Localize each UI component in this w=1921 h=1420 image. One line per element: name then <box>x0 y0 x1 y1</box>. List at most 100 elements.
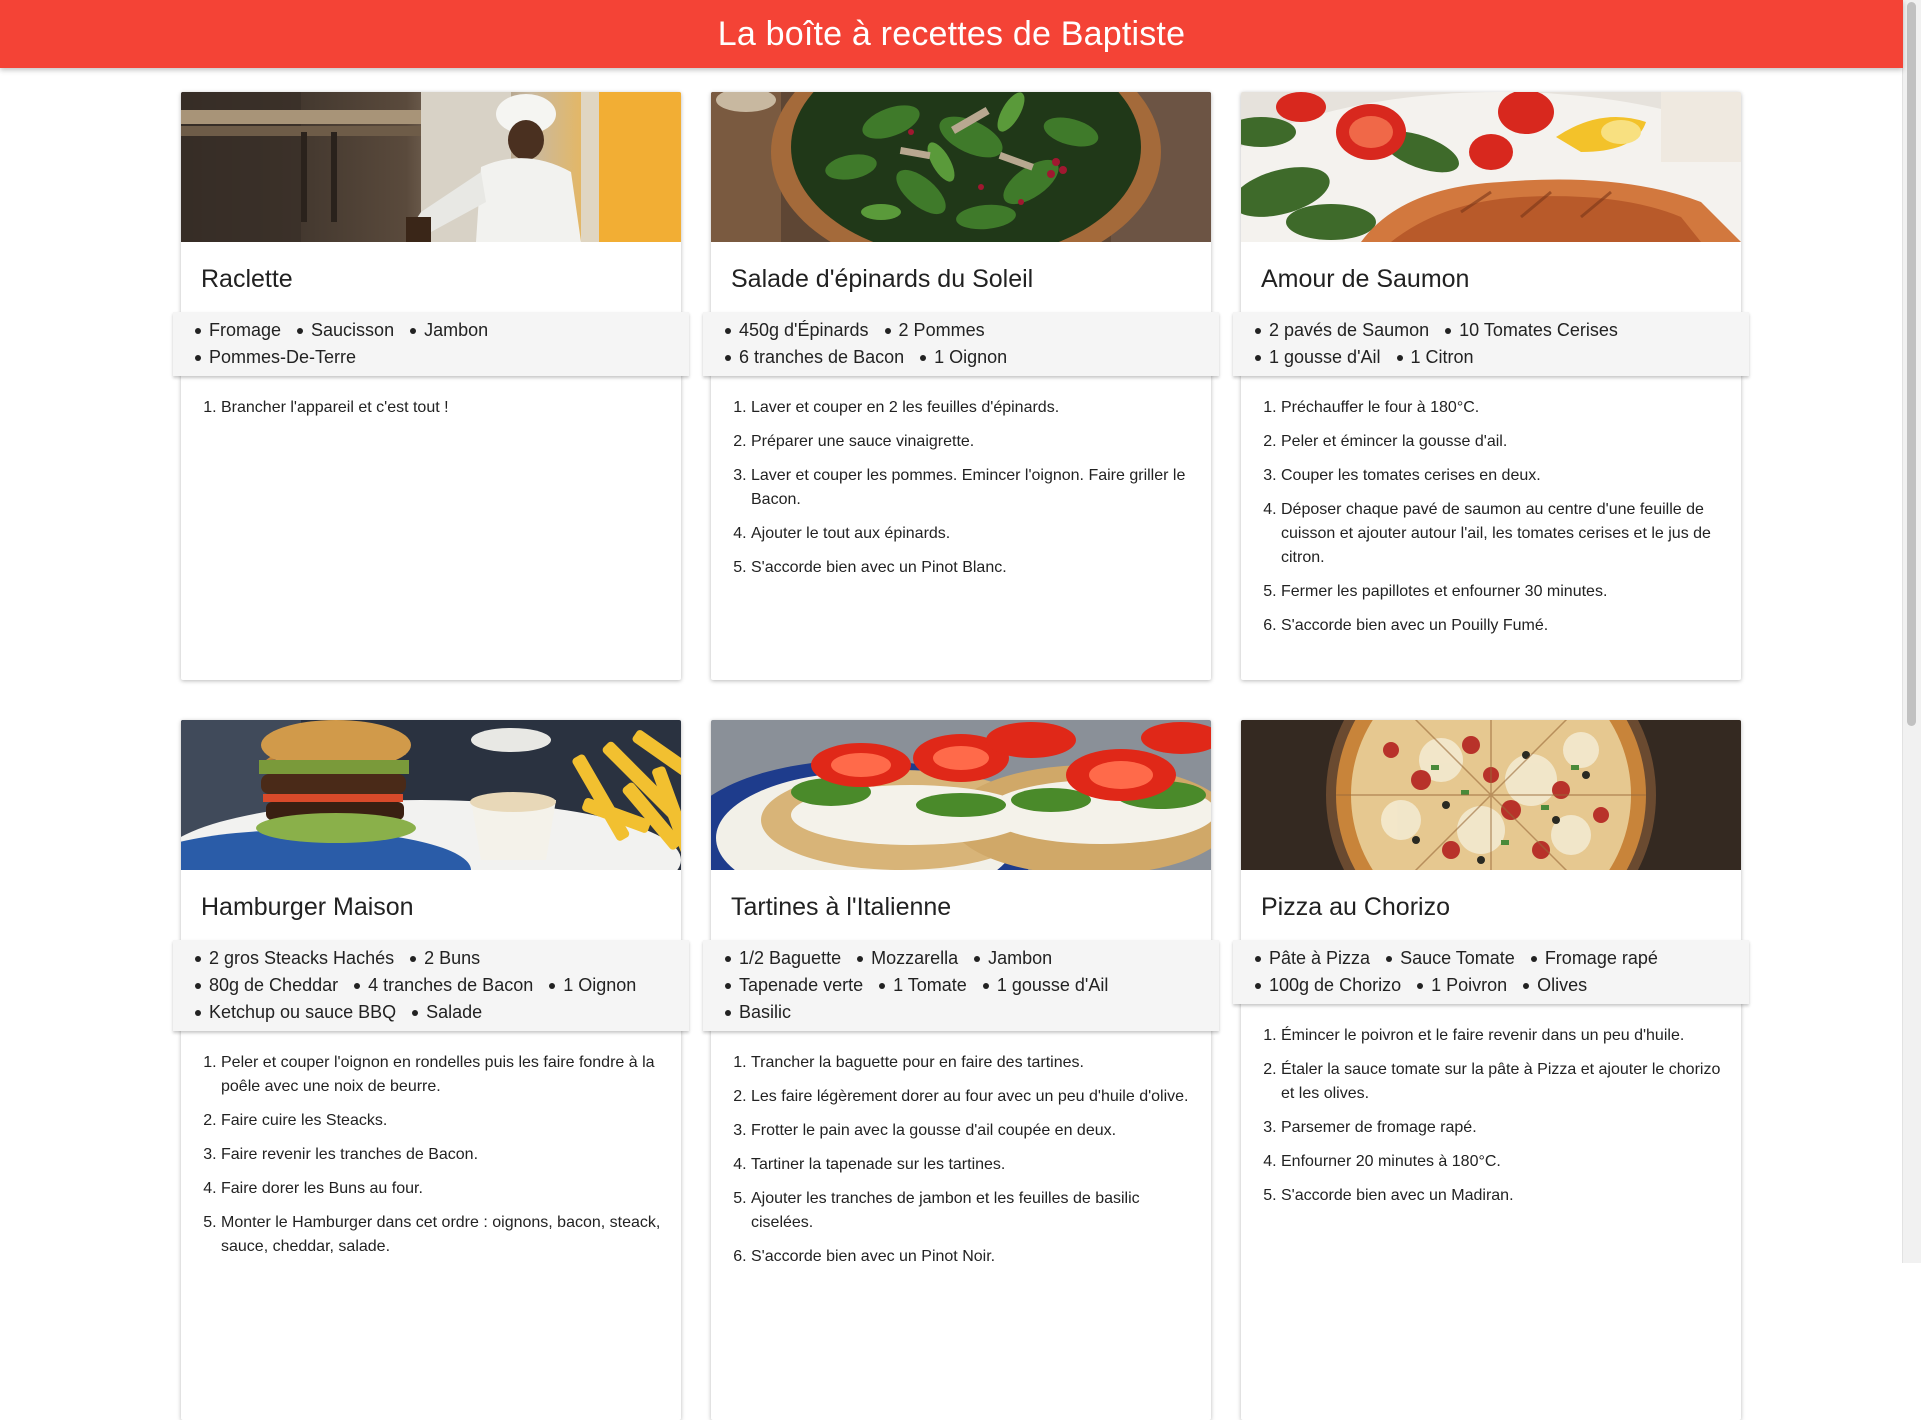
ingredient-item: Olives <box>1523 972 1587 999</box>
step-item: Brancher l'appareil et c'est tout ! <box>221 396 661 420</box>
step-item: Enfourner 20 minutes à 180°C. <box>1281 1150 1721 1174</box>
salmon-plate-photo <box>1241 92 1741 242</box>
ingredient-item: Tapenade verte <box>724 972 863 999</box>
ingredient-item: Salade <box>412 999 482 1026</box>
recipe-card-hamburger: Hamburger Maison 2 gros Steacks Hachés 2… <box>173 720 689 1420</box>
ingredient-item: Jambon <box>410 317 488 344</box>
ingredient-item: 1 Citron <box>1396 344 1474 371</box>
chef-cooking-photo <box>181 92 681 242</box>
ingredient-list: Pâte à Pizza Sauce Tomate Fromage rapé 1… <box>1233 940 1749 1004</box>
step-list: Peler et couper l'oignon en rondelles pu… <box>181 1031 681 1259</box>
ingredient-item: Ketchup ou sauce BBQ <box>194 999 396 1026</box>
ingredient-list: 2 gros Steacks Hachés 2 Buns 80g de Ched… <box>173 940 689 1031</box>
ingredient-item: Pâte à Pizza <box>1254 945 1370 972</box>
ingredient-item: Fromage rapé <box>1530 945 1658 972</box>
recipe-image <box>711 92 1211 242</box>
ingredient-item: 450g d'Épinards <box>725 317 869 344</box>
recipe-card-saumon: Amour de Saumon 2 pavés de Saumon 10 Tom… <box>1233 92 1749 680</box>
ingredient-item: 2 gros Steacks Hachés <box>194 945 394 972</box>
step-item: Laver et couper les pommes. Emincer l'oi… <box>751 464 1191 512</box>
recipe-card-raclette: Raclette Fromage Saucisson Jambon Pommes… <box>173 92 689 680</box>
ingredient-item: 1 Poivron <box>1417 972 1507 999</box>
ingredient-item: 2 pavés de Saumon <box>1254 317 1429 344</box>
recipe-image <box>1241 720 1741 870</box>
ingredient-list: 450g d'Épinards 2 Pommes 6 tranches de B… <box>703 312 1219 376</box>
recipe-title: Tartines à l'Italienne <box>731 893 952 921</box>
recipe-title: Amour de Saumon <box>1261 265 1470 293</box>
ingredient-item: Sauce Tomate <box>1386 945 1515 972</box>
recipe-image <box>1241 92 1741 242</box>
step-item: Ajouter les tranches de jambon et les fe… <box>751 1187 1191 1235</box>
recipe-grid: Raclette Fromage Saucisson Jambon Pommes… <box>173 92 1749 1420</box>
step-item: S'accorde bien avec un Pinot Noir. <box>751 1245 1191 1269</box>
ingredient-item: Fromage <box>194 317 281 344</box>
step-item: S'accorde bien avec un Pinot Blanc. <box>751 556 1191 580</box>
ingredient-item: 1 Oignon <box>920 344 1007 371</box>
scrollbar-thumb[interactable] <box>1907 2 1916 726</box>
step-item: Ajouter le tout aux épinards. <box>751 522 1191 546</box>
step-item: Parsemer de fromage rapé. <box>1281 1116 1721 1140</box>
step-item: Couper les tomates cerises en deux. <box>1281 464 1721 488</box>
ingredient-item: 1 Oignon <box>549 972 636 999</box>
ingredient-list: 2 pavés de Saumon 10 Tomates Cerises 1 g… <box>1233 312 1749 376</box>
ingredient-item: 100g de Chorizo <box>1254 972 1401 999</box>
ingredient-item: 10 Tomates Cerises <box>1445 317 1618 344</box>
ingredient-item: 4 tranches de Bacon <box>354 972 533 999</box>
step-item: Peler et émincer la gousse d'ail. <box>1281 430 1721 454</box>
recipe-title: Raclette <box>201 265 293 293</box>
tomato-tartines-photo <box>711 720 1211 870</box>
recipe-image <box>711 720 1211 870</box>
ingredient-list: 1/2 Baguette Mozzarella Jambon Tapenade … <box>703 940 1219 1031</box>
step-item: Préchauffer le four à 180°C. <box>1281 396 1721 420</box>
recipe-title: Pizza au Chorizo <box>1261 893 1450 921</box>
recipe-card-pizza: Pizza au Chorizo Pâte à Pizza Sauce Toma… <box>1233 720 1749 1420</box>
step-list: Préchauffer le four à 180°C. Peler et ém… <box>1241 376 1741 638</box>
step-item: Les faire légèrement dorer au four avec … <box>751 1085 1191 1109</box>
ingredient-item: 80g de Cheddar <box>194 972 338 999</box>
ingredient-item: Jambon <box>974 945 1052 972</box>
recipe-image <box>181 92 681 242</box>
app-header: La boîte à recettes de Baptiste <box>0 0 1903 68</box>
step-item: Faire dorer les Buns au four. <box>221 1177 661 1201</box>
step-item: Frotter le pain avec la gousse d'ail cou… <box>751 1119 1191 1143</box>
step-item: Déposer chaque pavé de saumon au centre … <box>1281 498 1721 570</box>
spinach-salad-photo <box>711 92 1211 242</box>
step-list: Émincer le poivron et le faire revenir d… <box>1241 1004 1741 1208</box>
step-item: Trancher la baguette pour en faire des t… <box>751 1051 1191 1075</box>
step-item: Peler et couper l'oignon en rondelles pu… <box>221 1051 661 1099</box>
ingredient-item: Saucisson <box>297 317 394 344</box>
ingredient-item: Mozzarella <box>857 945 958 972</box>
ingredient-item: 1 gousse d'Ail <box>982 972 1108 999</box>
recipe-title: Hamburger Maison <box>201 893 414 921</box>
step-item: Préparer une sauce vinaigrette. <box>751 430 1191 454</box>
ingredient-item: Pommes-De-Terre <box>194 344 356 371</box>
recipe-title: Salade d'épinards du Soleil <box>731 265 1034 293</box>
step-item: Fermer les papillotes et enfourner 30 mi… <box>1281 580 1721 604</box>
recipe-image <box>181 720 681 870</box>
step-item: S'accorde bien avec un Pouilly Fumé. <box>1281 614 1721 638</box>
recipe-card-tartines: Tartines à l'Italienne 1/2 Baguette Mozz… <box>703 720 1219 1420</box>
step-item: Faire cuire les Steacks. <box>221 1109 661 1133</box>
step-list: Laver et couper en 2 les feuilles d'épin… <box>711 376 1211 580</box>
step-item: Étaler la sauce tomate sur la pâte à Piz… <box>1281 1058 1721 1106</box>
step-item: Faire revenir les tranches de Bacon. <box>221 1143 661 1167</box>
ingredient-item: 1/2 Baguette <box>724 945 841 972</box>
burger-fries-photo <box>181 720 681 870</box>
step-item: Émincer le poivron et le faire revenir d… <box>1281 1024 1721 1048</box>
ingredient-item: Basilic <box>724 999 791 1026</box>
step-list: Brancher l'appareil et c'est tout ! <box>181 376 681 420</box>
step-item: Tartiner la tapenade sur les tartines. <box>751 1153 1191 1177</box>
step-item: S'accorde bien avec un Madiran. <box>1281 1184 1721 1208</box>
vertical-scrollbar[interactable] <box>1902 0 1921 1263</box>
step-item: Monter le Hamburger dans cet ordre : oig… <box>221 1211 661 1259</box>
pizza-photo <box>1241 720 1741 870</box>
ingredient-item: 2 Pommes <box>884 317 985 344</box>
recipe-card-salade: Salade d'épinards du Soleil 450g d'Épina… <box>703 92 1219 680</box>
step-item: Laver et couper en 2 les feuilles d'épin… <box>751 396 1191 420</box>
ingredient-item: 2 Buns <box>410 945 480 972</box>
ingredient-item: 1 Tomate <box>879 972 967 999</box>
ingredient-item: 1 gousse d'Ail <box>1255 344 1381 371</box>
ingredient-list: Fromage Saucisson Jambon Pommes-De-Terre <box>173 312 689 376</box>
page-title: La boîte à recettes de Baptiste <box>717 14 1186 53</box>
step-list: Trancher la baguette pour en faire des t… <box>711 1031 1211 1269</box>
